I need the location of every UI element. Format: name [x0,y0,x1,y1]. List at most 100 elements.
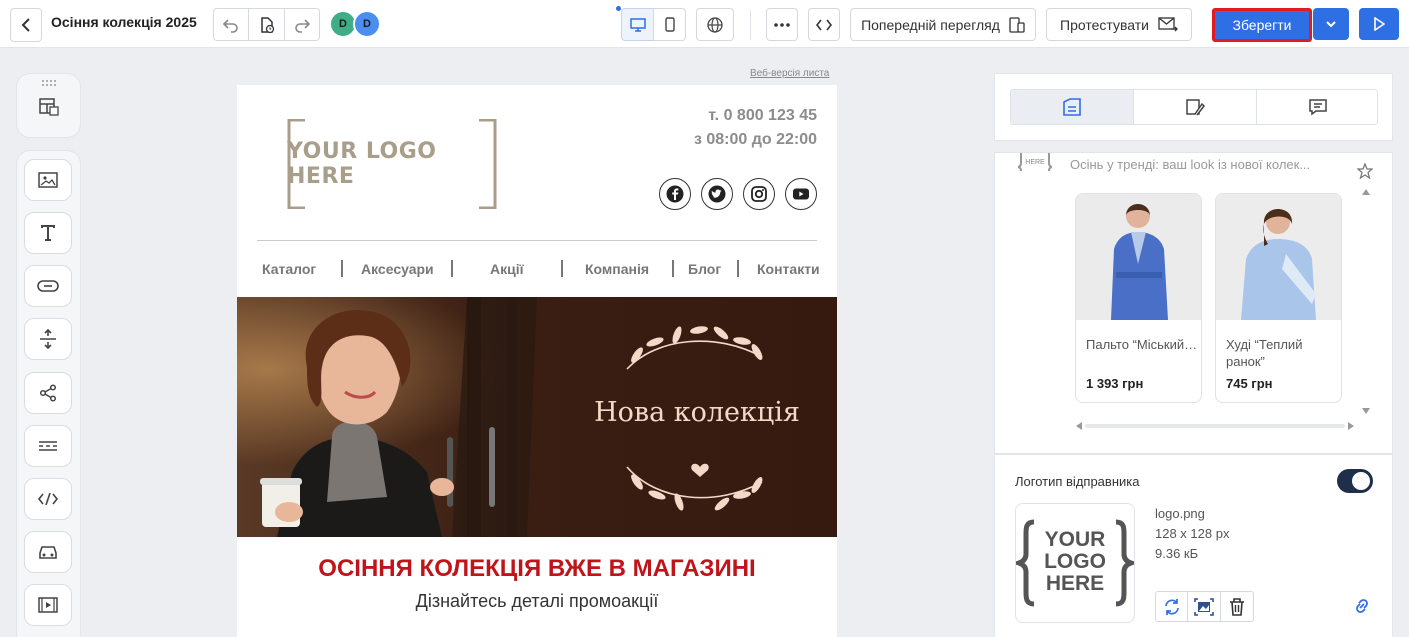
html-block-button[interactable] [24,478,72,520]
test-send-button[interactable]: Протестувати [1046,8,1192,41]
globe-icon [707,16,723,33]
scroll-up-arrow-icon[interactable] [1361,188,1371,196]
nav-link-promotions[interactable]: Акції [490,261,524,277]
replace-icon [1164,598,1179,615]
product-card[interactable]: Худі “Теплий ранок” 745 грн [1215,193,1342,403]
logo-bracket-left [287,119,305,209]
logo-file-dimensions: 128 x 128 px [1155,526,1230,541]
svg-text:HERE: HERE [1046,572,1104,595]
text-icon [41,225,55,241]
header-divider [257,240,817,241]
nav-link-blog[interactable]: Блог [688,261,721,277]
svg-text:LOGO: LOGO [1044,550,1106,573]
mobile-view-button[interactable] [653,8,686,41]
back-button[interactable] [10,8,42,42]
file-history-icon [260,16,274,33]
desktop-view-button[interactable] [621,8,654,41]
image-icon [38,172,58,188]
devices-icon [1009,16,1025,33]
button-block-button[interactable] [24,265,72,307]
history-button[interactable] [249,8,285,41]
avatar[interactable]: D [353,10,381,38]
social-block-button[interactable] [24,372,72,414]
coat-photo [1076,194,1201,320]
scroll-left-arrow-icon[interactable] [1075,421,1083,431]
chevron-down-icon [1326,21,1336,28]
nav-separator [737,260,739,277]
nav-link-contacts[interactable]: Контакти [757,261,820,277]
link-icon[interactable] [1352,597,1372,615]
tab-blocks[interactable] [1011,90,1134,124]
horizontal-scrollbar[interactable] [1085,424,1345,428]
blocks-tab-icon [1063,98,1081,116]
logo-preview: YOUR LOGO HERE [1015,503,1135,623]
test-label: Протестувати [1060,16,1149,33]
structure-panel [16,73,81,138]
undo-button[interactable] [213,8,249,41]
settings-tabs [1010,89,1378,125]
car-icon [39,546,57,559]
structure-icon[interactable] [39,98,59,116]
nav-link-accessories[interactable]: Аксесуари [361,261,434,277]
crop-logo-button[interactable] [1188,591,1221,622]
email-subheadline[interactable]: Дізнайтесь деталі промоакції [237,591,837,612]
image-block-button[interactable] [24,159,72,201]
instagram-icon[interactable] [743,178,775,210]
nav-link-catalog[interactable]: Каталог [262,261,316,277]
email-logo[interactable]: YOUR LOGO HERE [287,119,497,209]
tab-comments[interactable] [1257,90,1377,124]
menu-block-button[interactable] [24,425,72,467]
svg-text:YOUR: YOUR [1045,528,1106,551]
scroll-down-arrow-icon[interactable] [1361,407,1371,415]
save-button[interactable]: Зберегти [1212,8,1312,42]
more-options-button[interactable] [766,8,798,41]
spacer-icon [40,329,56,349]
undo-icon [222,18,238,33]
send-button[interactable] [1359,8,1399,40]
nav-link-company[interactable]: Компанія [585,261,649,277]
html-code-icon [38,492,58,506]
page-title: Осіння колекція 2025 [51,14,197,30]
star-icon[interactable] [1357,163,1373,179]
web-version-link[interactable]: Веб-версія листа [750,68,829,79]
toggle-knob [1352,472,1370,490]
mobile-icon [664,17,675,32]
twitter-icon[interactable] [701,178,733,210]
redo-button[interactable] [285,8,320,41]
product-name: Пальто “Міський… [1086,337,1198,352]
tab-style[interactable] [1134,90,1257,124]
menu-icon [39,441,57,451]
product-price: 1 393 грн [1086,376,1144,391]
drag-handle-icon[interactable] [41,80,57,86]
logo-file-name: logo.png [1155,506,1205,521]
email-headline[interactable]: ОСІННЯ КОЛЕКЦІЯ ВЖЕ В МАГАЗИНІ [237,555,837,583]
youtube-icon[interactable] [785,178,817,210]
email-canvas: YOUR LOGO HERE т. 0 800 123 45 з 08:00 д… [237,85,837,637]
preview-button[interactable]: Попередній перегляд [850,8,1036,41]
video-block-button[interactable] [24,584,72,626]
code-icon [816,19,832,30]
hero-banner[interactable]: Нова колекція [237,297,837,537]
code-view-button[interactable] [808,8,840,41]
preview-subject: Осінь у тренді: ваш look із нової колек.… [1070,157,1311,172]
save-options-button[interactable] [1313,8,1349,40]
product-block-button[interactable] [24,531,72,573]
product-card[interactable]: Пальто “Міський… 1 393 грн [1075,193,1202,403]
button-icon [37,280,59,292]
toolbar-divider [750,10,751,40]
nav-separator [561,260,563,277]
desktop-icon [629,17,646,32]
settings-tabs-panel [994,73,1393,141]
product-price: 745 грн [1226,376,1273,391]
replace-logo-button[interactable] [1155,591,1188,622]
language-button[interactable] [696,8,734,41]
facebook-icon[interactable] [659,178,691,210]
scroll-right-arrow-icon[interactable] [1347,421,1355,431]
delete-logo-button[interactable] [1221,591,1254,622]
logo-file-size: 9.36 кБ [1155,546,1199,561]
comments-tab-icon [1309,99,1327,116]
sender-logo-toggle[interactable] [1337,469,1373,493]
spacer-block-button[interactable] [24,318,72,360]
sender-logo-label: Логотип відправника [1015,474,1140,489]
text-block-button[interactable] [24,212,72,254]
